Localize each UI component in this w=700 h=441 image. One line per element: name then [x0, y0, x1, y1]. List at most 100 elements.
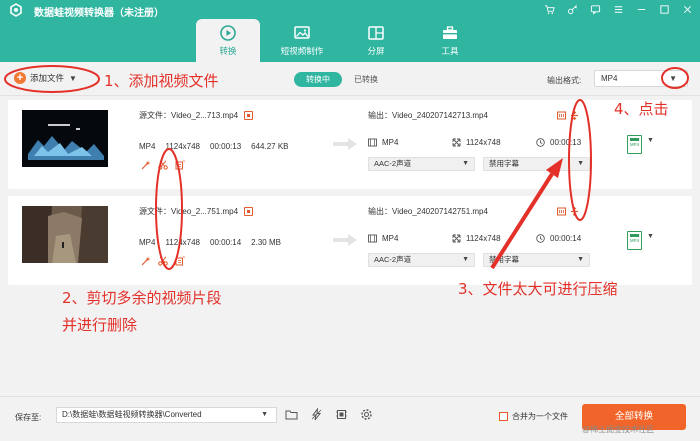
clock-icon: [536, 138, 545, 147]
annotation-step-2: 2、剪切多余的视频片段: [62, 289, 222, 307]
tab-short-video-label: 短视频制作: [280, 46, 324, 56]
settings-icon[interactable]: [570, 110, 579, 121]
chevron-down-icon: ▼: [261, 411, 268, 418]
compress-icon[interactable]: [557, 207, 566, 216]
resize-icon: [452, 138, 461, 147]
status-tabs: 转换中 已转换: [294, 72, 390, 87]
chevron-down-icon[interactable]: ▼: [69, 74, 77, 83]
window-controls: [542, 2, 694, 16]
tab-tools-label: 工具: [441, 46, 459, 56]
menu-icon[interactable]: [611, 2, 625, 16]
watermark: @稀土掘金技术社区: [582, 425, 655, 434]
effect-wand-icon[interactable]: [141, 160, 151, 170]
annotation-step-1: 1、添加视频文件: [104, 72, 219, 90]
cut-scissors-icon[interactable]: [158, 160, 168, 170]
minimize-icon[interactable]: [634, 2, 648, 16]
effect-wand-icon[interactable]: [141, 256, 151, 266]
film-icon: [368, 234, 377, 243]
settings-icon[interactable]: [570, 206, 579, 217]
app-logo-icon: [10, 3, 22, 17]
output-format-label: 输出格式:: [547, 76, 582, 85]
convert-arrow-icon: [333, 138, 357, 150]
tab-convert-label: 转换: [219, 46, 237, 56]
gear-icon[interactable]: [359, 407, 374, 422]
source-meta: MP4 1124x748 00:00:14 2.30 MB: [139, 238, 281, 247]
video-thumbnail[interactable]: [22, 206, 108, 263]
add-file-button[interactable]: + 添加文件 ▼: [14, 72, 77, 84]
output-tools: [557, 110, 579, 121]
edit-icon[interactable]: [175, 256, 185, 266]
output-tools: [557, 206, 579, 217]
split-screen-icon: [368, 26, 384, 40]
maximize-icon[interactable]: [657, 2, 671, 16]
app-title: 数据蛙视频转换器（未注册）: [34, 8, 164, 19]
main-tabs: 转换 短视频制作 分屏 工具: [196, 19, 492, 62]
add-file-label: 添加文件: [30, 73, 65, 83]
annotation-step-2-cont: 并进行删除: [62, 316, 138, 334]
tab-converting[interactable]: 转换中: [294, 72, 342, 87]
convert-icon: [220, 25, 236, 41]
file-row: 源文件：Video_2...713.mp4 MP4 1124x748 00:00…: [8, 100, 692, 189]
source-file-name: 源文件：Video_2...713.mp4: [139, 110, 254, 121]
chevron-down-icon: ▼: [669, 74, 677, 83]
file-info-icon[interactable]: [244, 207, 254, 216]
clock-icon: [536, 234, 545, 243]
audio-track-select[interactable]: AAC-2声道 ▼: [368, 157, 475, 171]
edit-icon[interactable]: [175, 160, 185, 170]
edit-tools: [141, 256, 185, 266]
output-format-select[interactable]: MP4 ▼: [594, 70, 688, 87]
output-format-badge[interactable]: MP4: [627, 231, 642, 250]
source-file-name: 源文件：Video_2...751.mp4: [139, 206, 254, 217]
annotation-step-3: 3、文件太大可进行压缩: [458, 280, 618, 298]
tab-split-screen-label: 分屏: [367, 46, 385, 56]
chevron-down-icon: ▼: [462, 160, 469, 167]
film-icon: [368, 138, 377, 147]
annotation-step-4: 4、点击: [614, 100, 669, 118]
source-meta: MP4 1124x748 00:00:13 644.27 KB: [139, 142, 289, 151]
folder-icon[interactable]: [284, 407, 299, 422]
feedback-icon[interactable]: [588, 2, 602, 16]
tab-converted[interactable]: 已转换: [342, 72, 390, 87]
file-row: 源文件：Video_2...751.mp4 MP4 1124x748 00:00…: [8, 196, 692, 285]
edit-tools: [141, 160, 185, 170]
key-icon[interactable]: [565, 2, 579, 16]
cut-scissors-icon[interactable]: [158, 256, 168, 266]
file-info-icon[interactable]: [244, 111, 254, 120]
close-icon[interactable]: [680, 2, 694, 16]
output-file-name: 输出：Video_240207142751.mp4: [368, 207, 488, 216]
chevron-down-icon[interactable]: ▼: [647, 137, 654, 144]
flash-off-icon[interactable]: [309, 407, 324, 422]
merge-label: 合并为一个文件: [512, 412, 568, 421]
save-to-label: 保存至:: [15, 413, 42, 422]
compress-icon[interactable]: [557, 111, 566, 120]
gpu-off-icon[interactable]: [334, 407, 349, 422]
title-bar: 数据蛙视频转换器（未注册） 转换 短视频制作 分屏 工具: [0, 0, 700, 62]
chevron-down-icon[interactable]: ▼: [647, 233, 654, 240]
output-meta: MP4 1124x748 00:00:13: [368, 138, 606, 147]
chevron-down-icon: ▼: [462, 256, 469, 263]
convert-arrow-icon: [333, 234, 357, 246]
output-format-value: MP4: [601, 74, 618, 83]
footer-tools: [284, 407, 374, 422]
merge-checkbox[interactable]: [499, 412, 508, 421]
tab-convert[interactable]: 转换: [196, 19, 260, 62]
image-icon: [294, 26, 310, 39]
chevron-down-icon: ▼: [577, 256, 584, 263]
subtitle-select[interactable]: 禁用字幕 ▼: [483, 157, 590, 171]
output-meta: MP4 1124x748 00:00:14: [368, 234, 606, 243]
output-file-name: 输出：Video_240207142713.mp4: [368, 111, 488, 120]
video-thumbnail[interactable]: [22, 110, 108, 167]
chevron-down-icon: ▼: [577, 160, 584, 167]
save-path-select[interactable]: D:\数据蛙\数据蛙视频转换器\Converted ▼: [56, 407, 277, 423]
cart-icon[interactable]: [542, 2, 556, 16]
output-format-badge[interactable]: MP4: [627, 135, 642, 154]
merge-option[interactable]: 合并为一个文件: [499, 411, 568, 422]
toolbox-icon: [443, 26, 457, 39]
plus-icon: +: [14, 72, 26, 84]
tab-split-screen[interactable]: 分屏: [344, 19, 408, 62]
tab-tools[interactable]: 工具: [418, 19, 482, 62]
resize-icon: [452, 234, 461, 243]
audio-track-select[interactable]: AAC-2声道 ▼: [368, 253, 475, 267]
subtitle-select[interactable]: 禁用字幕 ▼: [483, 253, 590, 267]
tab-short-video[interactable]: 短视频制作: [270, 19, 334, 62]
